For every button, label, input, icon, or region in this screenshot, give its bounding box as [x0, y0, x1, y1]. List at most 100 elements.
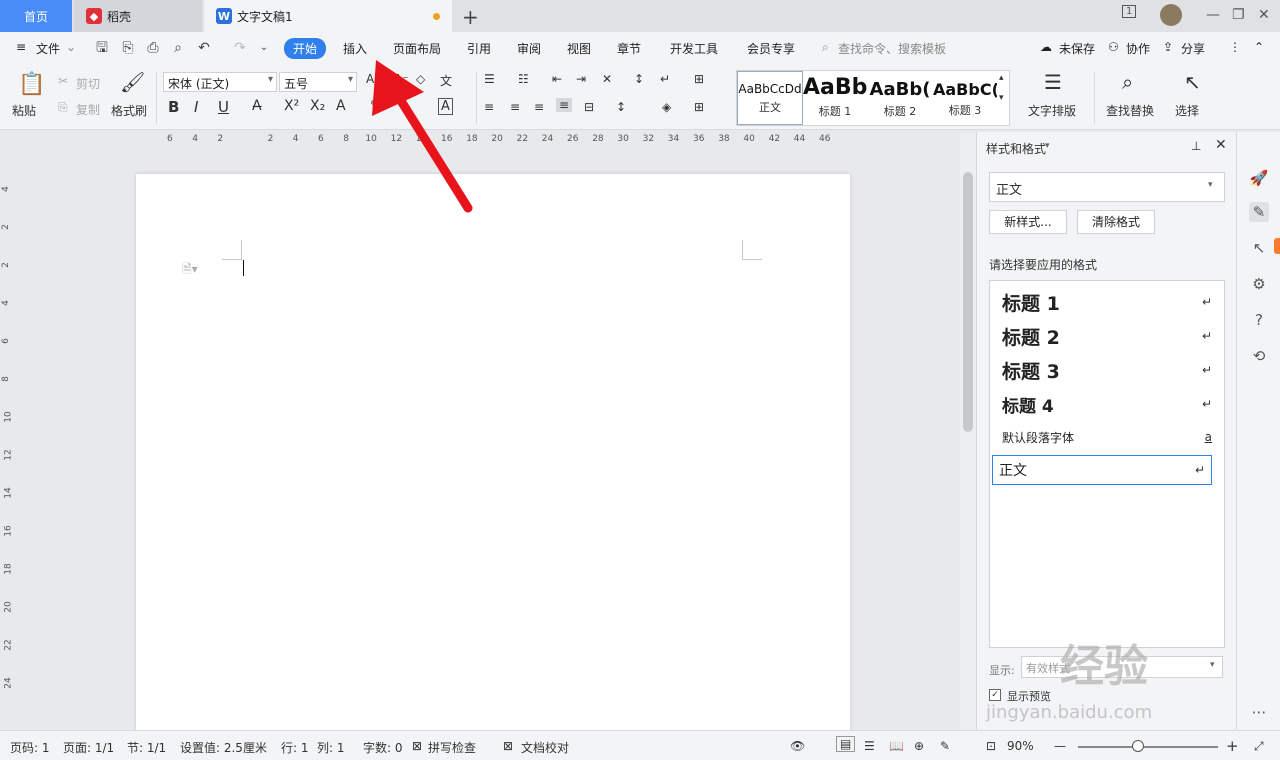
zoom-level[interactable]: 90%	[1007, 739, 1034, 753]
hamburger-icon[interactable]: ≡	[16, 40, 26, 54]
command-search[interactable]: 查找命令、搜索模板	[838, 40, 946, 57]
tab-document[interactable]: W 文字文稿1	[204, 0, 452, 32]
window-mode-icon[interactable]: 1	[1122, 5, 1137, 18]
subscript-icon[interactable]: X₂	[310, 98, 325, 114]
vertical-ruler[interactable]: 4 2 2 4 6 8 10 12 14 16 18 20 22 24	[0, 148, 18, 730]
chevron-down-icon[interactable]: ⌄	[66, 40, 76, 54]
copy-icon[interactable]: ⎘	[58, 100, 68, 115]
restore-icon[interactable]: ❐	[1232, 7, 1245, 23]
menu-member[interactable]: 会员专享	[747, 40, 795, 57]
align-left-icon[interactable]: ≡	[484, 100, 494, 114]
pane-title-chevron-icon[interactable]: ▾	[1045, 141, 1050, 151]
style-item-heading4[interactable]: 标题 4 ↵	[996, 389, 1218, 419]
gallery-style-heading2[interactable]: AaBb( 标题 2	[867, 71, 933, 125]
gallery-scroll-up-icon[interactable]: ▴	[999, 73, 1004, 83]
style-item-heading3[interactable]: 标题 3 ↵	[996, 355, 1218, 385]
paste-button[interactable]: 粘贴	[12, 102, 36, 119]
bold-icon[interactable]: B	[168, 98, 179, 116]
menu-insert[interactable]: 插入	[343, 40, 367, 57]
cut-button[interactable]: 剪切	[76, 75, 100, 92]
print-icon[interactable]: ⎙	[145, 40, 161, 56]
menu-section[interactable]: 章节	[617, 40, 641, 57]
show-marks-icon[interactable]: ↵	[660, 72, 670, 86]
strikethrough-icon[interactable]: A̶	[252, 98, 262, 114]
fit-page-icon[interactable]: ⊡	[986, 739, 996, 753]
search-icon[interactable]: ⌕	[822, 40, 829, 55]
fullscreen-icon[interactable]: ⤢	[1254, 739, 1264, 754]
print-preview-icon[interactable]: ⌕	[170, 40, 186, 56]
style-item-heading1[interactable]: 标题 1 ↵	[996, 287, 1218, 317]
menu-start[interactable]: 开始	[284, 38, 327, 59]
decrease-indent-icon[interactable]: ⇤	[552, 72, 562, 86]
justify-icon[interactable]: ≡	[556, 98, 573, 112]
current-style-select[interactable]: 正文 ▾	[989, 172, 1225, 202]
superscript-icon[interactable]: X²	[284, 98, 299, 114]
tab-home[interactable]: 首页	[0, 0, 72, 32]
status-setting[interactable]: 设置值: 2.5厘米	[180, 739, 267, 756]
gallery-style-heading3[interactable]: AaBbC( 标题 3	[933, 71, 997, 125]
status-word-count[interactable]: 字数: 0	[363, 739, 403, 756]
eye-protect-icon[interactable]: 👁	[790, 739, 805, 753]
menu-view[interactable]: 视图	[567, 40, 591, 57]
shading-icon[interactable]: ◈	[662, 100, 671, 114]
collab-button[interactable]: 协作	[1126, 40, 1150, 57]
new-tab-button[interactable]: +	[462, 5, 479, 29]
bullet-list-icon[interactable]: ☰	[484, 72, 495, 86]
close-window-icon[interactable]: ✕	[1258, 7, 1270, 23]
scrollbar-thumb[interactable]	[963, 172, 973, 432]
more-options-icon[interactable]: ⋯	[1249, 702, 1269, 722]
web-view-icon[interactable]: ⊕	[914, 739, 924, 753]
format-painter-button[interactable]: 格式刷	[111, 102, 147, 119]
style-item-heading2[interactable]: 标题 2 ↵	[996, 321, 1218, 351]
avatar[interactable]	[1160, 4, 1182, 26]
gallery-scroll-down-icon[interactable]: ▾	[999, 93, 1004, 103]
font-family-select[interactable]: 宋体 (正文)	[163, 72, 277, 92]
more-icon[interactable]: ⋮	[1229, 40, 1241, 54]
find-replace-icon[interactable]: ⌕	[1122, 70, 1133, 94]
reading-view-icon[interactable]: 📖	[889, 739, 904, 753]
vertical-scrollbar[interactable]	[960, 132, 976, 730]
export-pdf-icon[interactable]: ⎘	[120, 40, 136, 56]
menu-file[interactable]: 文件	[36, 40, 60, 57]
text-effect-icon[interactable]: A	[336, 98, 346, 114]
menu-references[interactable]: 引用	[467, 40, 491, 57]
style-item-default-font[interactable]: 默认段落字体 a	[996, 423, 1218, 451]
menu-review[interactable]: 审阅	[517, 40, 541, 57]
font-size-select[interactable]: 五号	[279, 72, 357, 92]
clear-format-button[interactable]: 清除格式	[1077, 210, 1155, 234]
align-center-icon[interactable]: ≡	[510, 100, 520, 114]
copy-button[interactable]: 复制	[76, 101, 100, 118]
distributed-icon[interactable]: ⊟	[584, 100, 594, 114]
collapse-ribbon-icon[interactable]: ⌃	[1254, 40, 1264, 54]
select-cursor-icon[interactable]: ↖	[1249, 238, 1269, 258]
pin-icon[interactable]: ⊥	[1191, 139, 1201, 153]
select-button[interactable]: 选择	[1175, 102, 1199, 119]
paste-icon[interactable]: 📋	[18, 72, 45, 97]
write-view-icon[interactable]: ✎	[940, 739, 950, 753]
phonetic-icon[interactable]: 文	[440, 72, 452, 89]
redo-icon[interactable]: ↷	[232, 40, 248, 56]
increase-indent-icon[interactable]: ⇥	[576, 72, 586, 86]
style-brush-icon[interactable]: ✎	[1249, 202, 1269, 222]
minimize-icon[interactable]: —	[1206, 7, 1220, 23]
menu-page-layout[interactable]: 页面布局	[393, 40, 441, 57]
quick-access-more-icon[interactable]: ⌄	[256, 40, 272, 56]
close-pane-icon[interactable]: ✕	[1215, 137, 1227, 153]
underline-icon[interactable]: U	[218, 98, 229, 116]
cut-icon[interactable]: ✂	[58, 74, 68, 88]
text-layout-button[interactable]: 文字排版	[1028, 102, 1076, 119]
zoom-slider-handle[interactable]	[1132, 740, 1144, 752]
side-tab-marker[interactable]	[1274, 238, 1280, 254]
spellcheck-button[interactable]: 拼写检查	[428, 739, 476, 756]
page-view-icon[interactable]: ▤	[836, 736, 856, 752]
borders-icon[interactable]: ⊞	[694, 100, 704, 114]
cursor-icon[interactable]: ↖	[1184, 70, 1201, 94]
menu-developer[interactable]: 开发工具	[670, 40, 718, 57]
zoom-slider[interactable]	[1078, 746, 1218, 748]
find-replace-button[interactable]: 查找替换	[1106, 102, 1154, 119]
preview-checkbox[interactable]: ✓	[989, 689, 1001, 701]
document-page[interactable]: 🗎▾	[136, 174, 850, 730]
numbered-list-icon[interactable]: ☷	[518, 72, 529, 86]
outline-view-icon[interactable]: ☰	[864, 739, 875, 753]
zoom-out-icon[interactable]: —	[1054, 739, 1066, 753]
